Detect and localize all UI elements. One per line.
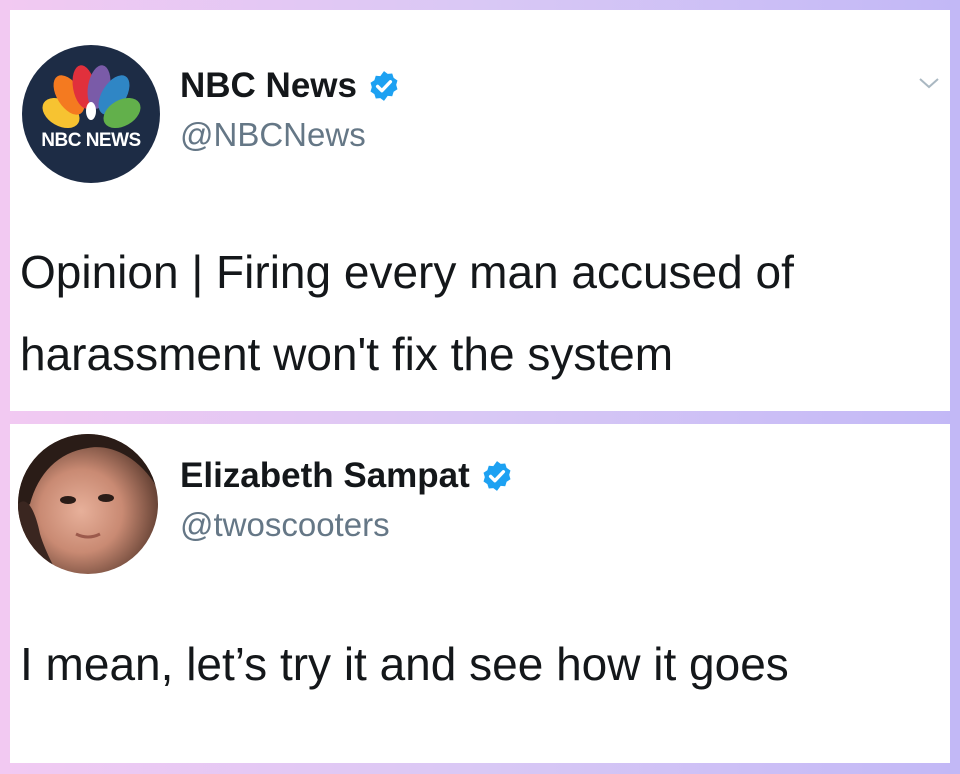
profile-photo-icon [18,434,158,574]
tweet-card-elizabeth: Elizabeth Sampat @twoscooters I mean, le… [10,424,950,763]
nbc-news-avatar[interactable]: NBC NEWS [22,45,160,183]
tweet-text-line-1: I mean, let’s try it and see how it goes [20,638,789,690]
author-row: Elizabeth Sampat [180,456,514,496]
author-handle[interactable]: @twoscooters [180,506,390,544]
author-name[interactable]: NBC News [180,66,357,106]
author-row: NBC News [180,66,401,106]
tweet-text-line-1: Opinion | Firing every man accused of [20,246,794,298]
verified-badge-icon [483,461,511,491]
elizabeth-sampat-avatar[interactable] [18,434,158,574]
author-name[interactable]: Elizabeth Sampat [180,456,470,496]
tweet-text-line-2: harassment won't fix the system [20,328,674,380]
chevron-down-icon[interactable] [918,76,940,90]
author-handle[interactable]: @NBCNews [180,116,366,154]
nbc-peacock-icon [42,65,141,129]
verified-badge-icon [370,71,398,101]
nbc-logo-text: NBC NEWS [41,130,141,151]
tweet-card-nbc: NBC NEWS NBC News @NBCNews Opinion | Fir… [10,10,950,411]
